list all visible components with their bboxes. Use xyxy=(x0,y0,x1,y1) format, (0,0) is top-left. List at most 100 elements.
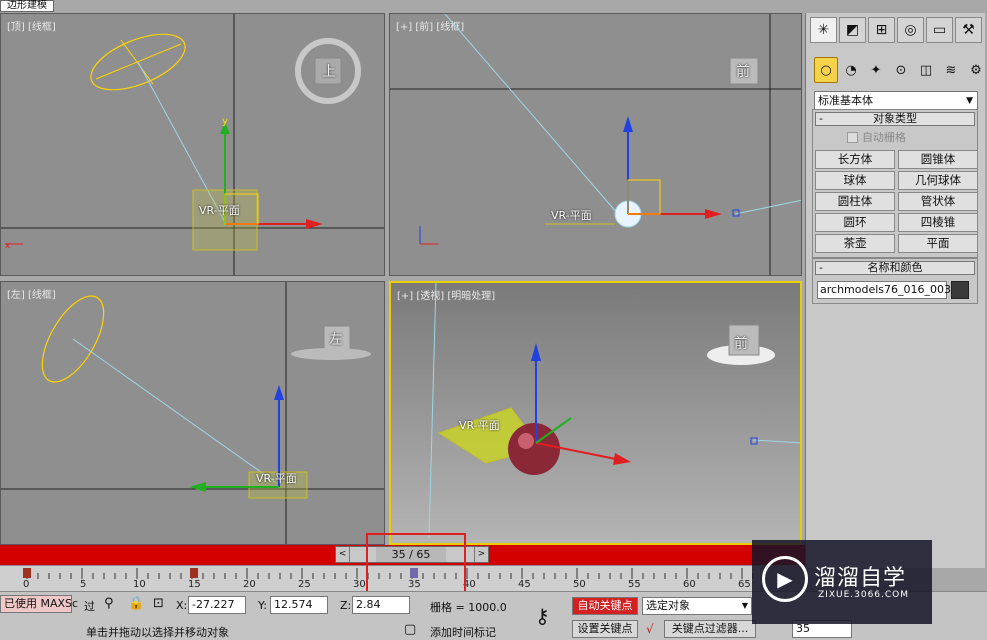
cylinder-button[interactable]: 圆柱体 xyxy=(815,192,895,211)
tick-label: 15 xyxy=(188,579,201,590)
z-label: Z: xyxy=(340,599,352,612)
tick-label: 25 xyxy=(298,579,311,590)
viewport-persp-scene xyxy=(428,283,800,539)
set-key-button[interactable]: 设置关键点 xyxy=(572,620,638,638)
sphere-button[interactable]: 球体 xyxy=(815,171,895,190)
tube-button[interactable]: 管状体 xyxy=(898,192,978,211)
keyframe-marker[interactable] xyxy=(190,568,198,578)
helpers-icon[interactable]: ◫ xyxy=(914,57,938,83)
chevron-down-icon: ▼ xyxy=(966,96,973,106)
object-type-buttons: 长方体 圆锥体 球体 几何球体 圆柱体 管状体 圆环 四棱锥 茶壶 平面 xyxy=(813,148,978,257)
name-color-rollout: - 名称和颜色 archmodels76_016_003 xyxy=(812,258,978,304)
box-button[interactable]: 长方体 xyxy=(815,150,895,169)
set-key-icon[interactable]: ⚷ xyxy=(535,604,550,628)
object-type-header[interactable]: - 对象类型 xyxy=(815,112,975,126)
filter-label: 过 xyxy=(84,600,95,613)
primitive-type-dropdown[interactable]: 标准基本体 ▼ xyxy=(814,91,978,111)
watermark-url: ZIXUE.3066.COM xyxy=(818,590,910,600)
y-coordinate-field[interactable]: 12.574 xyxy=(270,596,328,614)
spacewarps-icon[interactable]: ≋ xyxy=(939,57,963,83)
create-category-bar: ○ ◔ ✦ ⊙ ◫ ≋ ⚙ xyxy=(814,57,987,85)
select-lock-icon[interactable]: ⚲ xyxy=(104,596,114,611)
key-filters-button[interactable]: 关键点过滤器... xyxy=(664,620,756,638)
pyramid-button[interactable]: 四棱锥 xyxy=(898,213,978,232)
next-frame-button[interactable]: > xyxy=(474,547,488,562)
maxscript-listener[interactable]: 已使用 MAXSc xyxy=(0,595,78,613)
autogrid-checkbox[interactable]: 自动栅格 xyxy=(847,129,977,145)
left-cube-label: 左 xyxy=(329,332,343,348)
highlight-rectangle xyxy=(366,533,466,599)
geometry-icon[interactable]: ○ xyxy=(814,57,838,83)
cameras-icon[interactable]: ⊙ xyxy=(889,57,913,83)
persp-cube-label: 前 xyxy=(734,336,748,352)
torus-button[interactable]: 圆环 xyxy=(815,213,895,232)
viewport-front-scene xyxy=(390,14,801,275)
viewport-left[interactable]: [左] [线框] 左 VR-平面 xyxy=(0,281,385,545)
name-color-title: 名称和颜色 xyxy=(867,261,923,274)
lock-icon[interactable]: 🔒 xyxy=(128,596,144,611)
geosphere-button[interactable]: 几何球体 xyxy=(898,171,978,190)
tick-label: 30 xyxy=(353,579,366,590)
front-object-label: VR-平面 xyxy=(551,209,592,222)
prev-frame-button[interactable]: < xyxy=(336,547,350,562)
shapes-icon[interactable]: ◔ xyxy=(839,57,863,83)
lights-icon[interactable]: ✦ xyxy=(864,57,888,83)
viewport-left-scene xyxy=(1,282,384,544)
tick-label: 0 xyxy=(23,579,30,590)
viewport-front[interactable]: [+] [前] [线框] 前 VR-平面 xyxy=(389,13,802,276)
absolute-mode-icon[interactable]: ⊡ xyxy=(153,596,164,611)
checkbox-icon xyxy=(847,131,858,143)
modify-icon[interactable]: ◩ xyxy=(839,17,866,43)
name-row: archmodels76_016_003 xyxy=(813,277,977,303)
x-coordinate-field[interactable]: -27.227 xyxy=(188,596,246,614)
chevron-down-icon: ▼ xyxy=(741,601,748,610)
x-label: X: xyxy=(176,599,188,612)
command-panel-tabs: ✳ ◩ ⊞ ◎ ▭ ⚒ xyxy=(810,17,982,43)
tick-label: 5 xyxy=(80,579,87,590)
autogrid-label: 自动栅格 xyxy=(862,131,906,144)
object-type-rollout: - 对象类型 自动栅格 长方体 圆锥体 球体 几何球体 圆柱体 管状体 圆环 四… xyxy=(812,109,978,258)
collapse-icon: - xyxy=(819,112,823,125)
object-color-swatch[interactable] xyxy=(951,281,969,299)
selection-set-dropdown[interactable]: 选定对象 ▼ xyxy=(642,597,752,615)
viewport-top-scene: y x xyxy=(1,14,384,275)
persp-object-label: VR-平面 xyxy=(459,419,500,432)
viewport-top[interactable]: [顶] [线框] y x 上 VR-平面 xyxy=(0,13,385,276)
motion-icon[interactable]: ◎ xyxy=(897,17,924,43)
tick-label: 65 xyxy=(738,579,751,590)
keyframe-marker[interactable] xyxy=(23,568,31,578)
utilities-icon[interactable]: ⚒ xyxy=(955,17,982,43)
selection-set-value: 选定对象 xyxy=(646,599,690,612)
auto-key-button[interactable]: 自动关键点 xyxy=(572,597,638,615)
tick-label: 45 xyxy=(518,579,531,590)
display-icon[interactable]: ▭ xyxy=(926,17,953,43)
systems-icon[interactable]: ⚙ xyxy=(964,57,987,83)
tick-label: 20 xyxy=(243,579,256,590)
left-object-label: VR-平面 xyxy=(256,472,297,485)
object-type-title: 对象类型 xyxy=(873,112,917,125)
z-coordinate-field[interactable]: 2.84 xyxy=(352,596,410,614)
tick-label: 50 xyxy=(573,579,586,590)
name-color-header[interactable]: - 名称和颜色 xyxy=(815,261,975,275)
viewport-perspective[interactable]: [+] [透视] [明暗处理] 前 VR-平面 xyxy=(389,281,802,545)
watermark-title: 溜溜自学 xyxy=(814,566,907,591)
hierarchy-icon[interactable]: ⊞ xyxy=(868,17,895,43)
collapse-icon: - xyxy=(819,261,823,274)
front-cube-label: 前 xyxy=(736,64,750,80)
time-tag-icon[interactable]: ▢ xyxy=(404,622,416,637)
create-icon[interactable]: ✳ xyxy=(810,17,837,43)
tick-label: 55 xyxy=(628,579,641,590)
prompt-text: 单击并拖动以选择并移动对象 xyxy=(86,626,229,639)
object-name-input[interactable]: archmodels76_016_003 xyxy=(817,281,951,299)
svg-text:x: x xyxy=(5,241,11,251)
y-label: Y: xyxy=(258,599,267,612)
plane-button[interactable]: 平面 xyxy=(898,234,978,253)
command-panel: ✳ ◩ ⊞ ◎ ▭ ⚒ ○ ◔ ✦ ⊙ ◫ ≋ ⚙ 标准基本体 ▼ - 对象类型… xyxy=(805,13,985,568)
watermark-logo: ▶ 溜溜自学 ZIXUE.3066.COM xyxy=(752,540,932,624)
add-time-tag[interactable]: 添加时间标记 xyxy=(430,624,496,640)
window-title-tab[interactable]: 边形建模 xyxy=(0,0,54,12)
tangent-icon[interactable]: √ xyxy=(646,622,654,636)
top-cube-label: 上 xyxy=(322,64,336,80)
teapot-button[interactable]: 茶壶 xyxy=(815,234,895,253)
cone-button[interactable]: 圆锥体 xyxy=(898,150,978,169)
